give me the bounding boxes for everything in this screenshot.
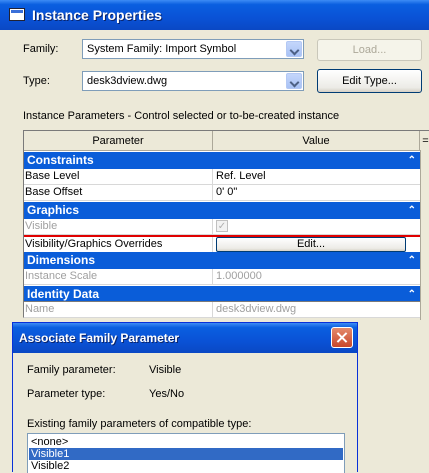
row-visible[interactable]: Visible ✓ — [24, 219, 420, 235]
param-value: 1.000000 — [216, 270, 262, 282]
chevron-down-icon[interactable] — [286, 41, 302, 57]
chevron-down-icon[interactable] — [286, 73, 302, 89]
visible-checkbox[interactable]: ✓ — [216, 220, 228, 232]
param-value[interactable]: Ref. Level — [216, 170, 266, 182]
col-header-value[interactable]: Value — [213, 131, 420, 151]
family-parameter-label: Family parameter: — [27, 364, 116, 376]
parameter-type-value: Yes/No — [149, 388, 185, 400]
window-title: Instance Properties — [32, 7, 162, 23]
collapse-icon[interactable]: ⌃ — [408, 252, 416, 269]
param-name: Base Level — [25, 170, 80, 182]
category-label: Graphics — [27, 203, 80, 217]
properties-grid: Parameter Value = Constraints ⌃ Base Lev… — [23, 130, 429, 302]
dialog-title: Associate Family Parameter — [19, 331, 180, 345]
parameter-type-label: Parameter type: — [27, 388, 106, 400]
row-base-offset[interactable]: Base Offset 0' 0" — [24, 185, 420, 201]
category-label: Dimensions — [27, 253, 96, 267]
type-value: desk3dview.dwg — [87, 75, 168, 87]
type-label: Type: — [23, 75, 50, 87]
type-combo[interactable]: desk3dview.dwg — [82, 71, 304, 91]
col-header-parameter[interactable]: Parameter — [24, 131, 213, 151]
dialog-title-bar[interactable]: Associate Family Parameter — [13, 323, 357, 353]
grid-scrollbar[interactable] — [420, 150, 429, 320]
list-item[interactable]: <none> — [29, 436, 343, 448]
param-value[interactable]: 0' 0" — [216, 186, 237, 198]
param-name: Name — [25, 303, 55, 315]
family-parameter-value: Visible — [149, 364, 182, 376]
family-label: Family: — [23, 43, 59, 55]
existing-params-list[interactable]: <none> Visible1 Visible2 — [27, 433, 345, 473]
edit-type-button[interactable]: Edit Type... — [317, 69, 422, 93]
family-combo[interactable]: System Family: Import Symbol — [82, 39, 304, 59]
category-graphics[interactable]: Graphics ⌃ — [24, 202, 420, 219]
row-name[interactable]: Name desk3dview.dwg — [23, 302, 420, 318]
param-name: Visibility/Graphics Overrides — [25, 238, 163, 250]
collapse-icon[interactable]: ⌃ — [408, 152, 416, 169]
close-icon[interactable] — [331, 327, 353, 348]
list-item[interactable]: Visible2 — [29, 460, 343, 472]
row-base-level[interactable]: Base Level Ref. Level — [24, 169, 420, 185]
col-header-extra: = — [420, 131, 429, 151]
window-icon — [9, 8, 25, 21]
collapse-icon[interactable]: ⌃ — [408, 202, 416, 219]
family-value: System Family: Import Symbol — [87, 43, 237, 55]
category-identity-data[interactable]: Identity Data ⌃ — [24, 286, 420, 301]
title-bar[interactable]: Instance Properties — [0, 0, 429, 30]
category-label: Constraints — [27, 153, 94, 167]
edit-vg-button[interactable]: Edit... — [216, 237, 406, 252]
category-dimensions[interactable]: Dimensions ⌃ — [24, 252, 420, 269]
load-button[interactable]: Load... — [317, 39, 422, 61]
associate-family-parameter-dialog: Associate Family Parameter Family parame… — [12, 322, 358, 473]
category-label: Identity Data — [27, 287, 100, 301]
instance-params-caption: Instance Parameters - Control selected o… — [23, 110, 340, 122]
param-name: Base Offset — [25, 186, 83, 198]
row-instance-scale[interactable]: Instance Scale 1.000000 — [24, 269, 420, 285]
param-name: Instance Scale — [25, 270, 98, 282]
existing-params-label: Existing family parameters of compatible… — [27, 418, 252, 430]
category-constraints[interactable]: Constraints ⌃ — [24, 152, 420, 169]
param-name: Visible — [25, 220, 58, 232]
collapse-icon[interactable]: ⌃ — [408, 286, 416, 301]
param-value: desk3dview.dwg — [216, 303, 297, 315]
list-item-selected[interactable]: Visible1 — [29, 448, 343, 460]
row-vg-overrides[interactable]: Visibility/Graphics Overrides Edit... — [24, 237, 420, 253]
